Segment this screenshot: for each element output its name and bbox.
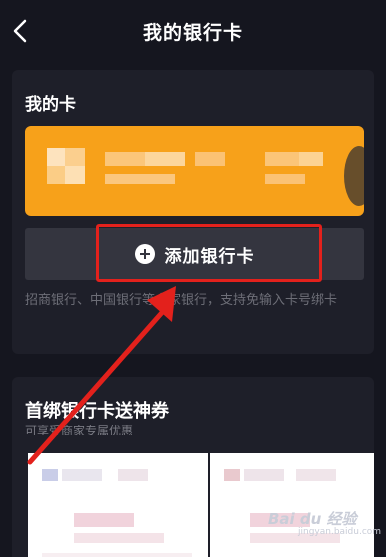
card-shadow — [344, 146, 364, 206]
pixelated-block — [74, 513, 134, 527]
pixelated-block — [74, 533, 164, 543]
plus-circle-icon — [134, 244, 155, 264]
pixelated-block — [224, 469, 240, 481]
coupon-card[interactable] — [28, 453, 208, 557]
chevron-left-icon — [13, 19, 27, 43]
header-bar: 我的银行卡 — [0, 0, 386, 62]
coupon-subtitle: 可享受商家专属优惠 — [25, 425, 134, 435]
pixelated-block — [47, 166, 65, 184]
pixelated-block — [62, 469, 102, 481]
pixelated-block — [145, 152, 185, 166]
supported-banks-text: 招商银行、中国银行等多家银行，支持免输入卡号绑卡 — [25, 293, 338, 308]
pixelated-block — [105, 174, 175, 184]
pixelated-block — [299, 152, 323, 166]
add-bank-card-button[interactable]: 添加银行卡 — [25, 228, 364, 280]
pixelated-block — [296, 469, 336, 481]
pixelated-block — [65, 166, 85, 184]
pixelated-block — [265, 152, 299, 166]
coupon-card[interactable] — [210, 453, 374, 557]
my-cards-title: 我的卡 — [25, 95, 76, 115]
pixelated-block — [42, 469, 58, 481]
pixelated-block — [265, 174, 305, 184]
baidu-watermark-url: jingyan.baidu.com — [298, 527, 382, 537]
pixelated-block — [118, 469, 148, 481]
add-bank-card-label: 添加银行卡 — [164, 246, 255, 267]
coupon-title: 首绑银行卡送神券 — [25, 401, 169, 422]
pixelated-block — [195, 152, 225, 166]
my-cards-section: 我的卡 添加银行卡 招商银行、中国银行等多家银行，支持免输入卡号绑卡 — [12, 70, 374, 354]
pixelated-block — [47, 148, 65, 166]
back-button[interactable] — [10, 17, 32, 45]
pixelated-block — [105, 152, 145, 166]
pixelated-block — [42, 553, 192, 557]
baidu-watermark-logo: Bai du 经验 — [268, 510, 357, 528]
page-title: 我的银行卡 — [142, 21, 243, 44]
pixelated-block — [244, 469, 284, 481]
bank-card[interactable] — [25, 126, 364, 216]
pixelated-block — [65, 148, 85, 166]
